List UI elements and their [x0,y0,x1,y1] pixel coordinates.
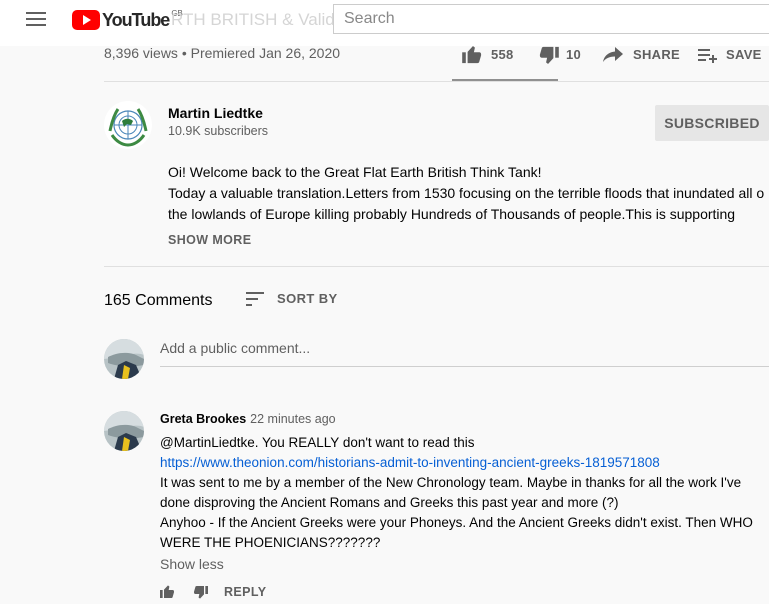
show-more-button[interactable]: SHOW MORE [168,233,251,247]
video-meta: 8,396 views • Premiered Jan 26, 2020 [104,45,341,61]
thumbs-down-icon [539,46,559,64]
subscriber-count: 10.9K subscribers [168,124,269,138]
save-label: SAVE [726,47,762,62]
description-line: Oi! Welcome back to the Great Flat Earth… [168,164,542,180]
comment-dislike-icon[interactable] [192,585,208,599]
comment-author[interactable]: Greta Brookes [160,412,246,426]
avatar-photo-icon [104,411,144,451]
user-avatar [104,339,144,379]
comment-input-underline [160,366,769,367]
save-button[interactable]: SAVE [698,46,762,63]
menu-icon[interactable] [26,12,46,26]
commenter-avatar[interactable] [104,411,144,451]
share-icon [603,46,623,62]
comment-text-line: It was sent to me by a member of the New… [160,475,742,490]
play-logo-icon [72,10,100,30]
search-input[interactable] [334,5,769,33]
logo-text: YouTube [102,9,170,30]
sort-by-button[interactable]: SORT BY [246,291,338,306]
playlist-add-icon [698,48,717,63]
comment-time[interactable]: 22 minutes ago [250,412,335,426]
thumbs-up-icon [462,45,482,63]
comment-text-line: done disproving the Ancient Romans and G… [160,495,619,510]
share-label: SHARE [633,47,681,62]
comment-link[interactable]: https://www.theonion.com/historians-admi… [160,455,660,470]
faded-video-title: RTH BRITISH & Valid... [171,10,349,29]
add-comment-box[interactable] [160,340,769,358]
un-emblem-icon [105,102,151,148]
comment-text-line: Anyhoo - If the Ancient Greeks were your… [160,515,753,530]
avatar-photo-icon [104,339,144,379]
add-comment-input[interactable] [160,340,769,356]
comment-text-line: WERE THE PHOENICIANS??????? [160,535,381,550]
share-button[interactable]: SHARE [603,46,680,63]
comment-text-line: @MartinLiedtke. You REALLY don't want to… [160,435,475,450]
sort-by-label: SORT BY [277,291,338,306]
divider [104,81,769,82]
search-box[interactable] [333,4,769,34]
subscribed-button[interactable]: SUBSCRIBED [655,105,769,141]
comments-count: 165 Comments [104,292,213,309]
comment-actions: REPLY [160,585,267,599]
comment-like-icon[interactable] [160,585,176,599]
divider [104,266,769,267]
show-less-button[interactable]: Show less [160,556,224,572]
channel-avatar[interactable] [104,101,152,149]
description-line: Today a valuable translation.Letters fro… [168,185,765,201]
like-count: 558 [491,47,514,62]
comment-header: Greta Brookes 22 minutes ago [160,412,336,426]
description-line: the lowlands of Europe killing probably … [168,206,736,222]
like-button[interactable]: 558 [462,45,514,63]
comment-link-line: https://www.theonion.com/historians-admi… [160,455,660,470]
reply-button[interactable]: REPLY [224,585,267,599]
youtube-logo[interactable]: YouTube GB [72,9,183,31]
sort-icon [246,291,264,306]
dislike-count: 10 [566,47,582,62]
channel-name[interactable]: Martin Liedtke [168,105,263,121]
dislike-button[interactable]: 10 [537,46,582,64]
